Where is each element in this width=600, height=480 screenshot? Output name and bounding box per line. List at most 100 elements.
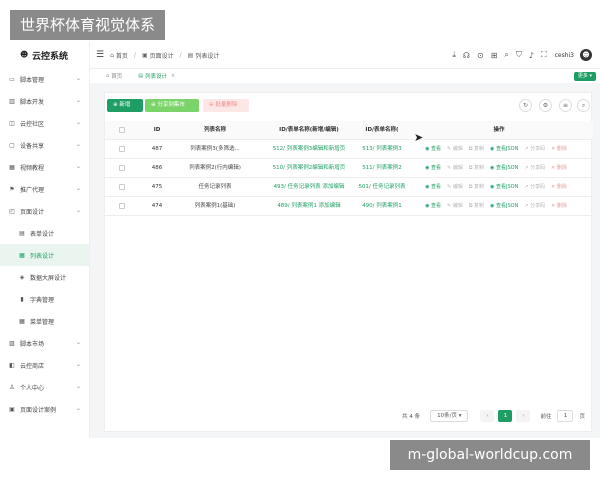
list-table: ID 列表名称 ID/表单名称(新增/编辑) ID/表单名称( 操作 487 列表… [105,121,593,216]
sidebar-item[interactable]: ♙ 个人中心 ⌄ [0,376,89,398]
download-icon[interactable]: ⤓ [452,50,456,60]
sidebar-item[interactable]: ◧ 云控商店 ⌄ [0,354,89,376]
op-2[interactable]: ⧉ 复制 [469,178,484,197]
columns-icon[interactable]: ≡ [559,99,572,112]
sidebar-item[interactable]: ◰ 页面设计 ⌄ [0,200,89,222]
sidebar-item[interactable]: ◈ 数据大屏设计 [0,266,89,288]
sidebar-item[interactable]: ▮ 字典管理 [0,288,89,310]
row-operations: ◉ 查看 ✎ 编辑 ⧉ 复制 ◉ 查看JSON ↗ 分享码 ✕ 删除 [405,159,593,178]
hamburger-icon[interactable]: ☰ [96,50,104,60]
shirt-icon[interactable]: ⛉ [516,50,522,60]
breadcrumb-home[interactable]: ⌂ 首页 [110,51,128,60]
row-name: 任务记录列表 [198,184,232,190]
app-logo[interactable]: ☻ 云控系统 [0,42,89,68]
op-3[interactable]: ◉ 查看JSON [490,159,518,178]
header-list-form: ID/表单名称( [365,127,399,133]
page-size-select[interactable]: 10条/页 ▾ [430,410,469,422]
table-body: 487 列表案例3(多筛选... 512/ 列表案例3编辑和新增页 513/ 列表案例… [105,140,593,216]
tab-list-design[interactable]: ▤ 列表设计 × [130,70,183,82]
grid-icon[interactable]: ⊞ [491,51,498,60]
row-checkbox[interactable] [119,140,129,159]
sidebar-item[interactable]: ▦ 列表设计 [0,244,89,266]
op-2[interactable]: ⧉ 复制 [469,197,484,216]
sidebar-item[interactable]: ▤ 表单设计 [0,222,89,244]
row-form-link[interactable]: 510/ 列表案例2编辑和新增页 [257,159,361,178]
row-list-link[interactable]: 501/ 任务记录列表 [357,178,407,197]
close-icon[interactable]: × [171,73,175,79]
row-checkbox[interactable] [119,159,129,178]
prev-page-button[interactable]: ‹ [480,410,495,422]
op-2[interactable]: ⧉ 复制 [469,140,484,159]
breadcrumb-page-design[interactable]: ▣ 页面设计 [142,51,174,60]
sidebar-item[interactable]: ▭ 脚本管理 ⌄ [0,68,89,90]
op-1[interactable]: ✎ 编辑 [447,197,463,216]
username[interactable]: ceshi3 [555,52,574,59]
table-row: 487 列表案例3(多筛选... 512/ 列表案例3编辑和新增页 513/ 列表案例… [105,140,593,159]
add-button[interactable]: ⊕ 新增 [107,99,143,112]
op-3[interactable]: ◉ 查看JSON [490,178,518,197]
select-all-checkbox[interactable] [119,121,129,140]
share-market-button[interactable]: ⊕ 分享到集市 [145,99,199,112]
row-form-link[interactable]: 512/ 列表案例3编辑和新增页 [257,140,361,159]
op-0[interactable]: ◉ 查看 [425,140,441,159]
row-form-link[interactable]: 489/ 列表案例1 添加编辑 [257,197,361,216]
op-2[interactable]: ⧉ 复制 [469,159,484,178]
sidebar-item[interactable]: ▦ 视频教程 ⌄ [0,156,89,178]
op-4[interactable]: ↗ 分享码 [524,159,545,178]
row-id: 487 [151,146,163,152]
sidebar-item[interactable]: ▢ 设备共享 ⌄ [0,134,89,156]
pagination: 共 4 条 10条/页 ▾ ‹ 1 › 前往 1 页 [402,409,585,423]
app-name: 云控系统 [32,51,69,62]
row-checkbox[interactable] [119,197,129,216]
refresh-icon[interactable]: ↻ [519,99,532,112]
sidebar-item[interactable]: ▦ 菜单管理 [0,310,89,332]
sidebar-item[interactable]: ◫ 云控社区 ⌄ [0,112,89,134]
page-number[interactable]: 1 [498,410,513,422]
row-form-link[interactable]: 493/ 任务记录列表 添加编辑 [257,178,361,197]
search-icon[interactable]: ⌕ [577,99,590,112]
next-page-button[interactable]: › [516,410,531,422]
store-icon: ◧ [9,361,15,369]
bell-icon[interactable]: ♪ [529,51,534,60]
op-4[interactable]: ↗ 分享码 [524,140,545,159]
headset-icon[interactable]: ☊ [463,51,470,60]
chevron-down-icon: ⌄ [75,163,81,170]
op-4[interactable]: ↗ 分享码 [524,178,545,197]
tab-home[interactable]: ⌂ 首页 [98,70,130,82]
op-0[interactable]: ◉ 查看 [425,178,441,197]
op-5[interactable]: ✕ 删除 [551,178,567,197]
op-0[interactable]: ◉ 查看 [425,197,441,216]
header-form: ID/表单名称(新增/编辑) [279,127,339,133]
sidebar-item[interactable]: ⚑ 推广代理 ⌄ [0,178,89,200]
op-5[interactable]: ✕ 删除 [551,197,567,216]
op-5[interactable]: ✕ 删除 [551,159,567,178]
op-0[interactable]: ◉ 查看 [425,159,441,178]
sidebar-item[interactable]: ▥ 脚本开发 ⌄ [0,90,89,112]
op-5[interactable]: ✕ 删除 [551,140,567,159]
goto-input[interactable]: 1 [557,410,574,422]
op-3[interactable]: ◉ 查看JSON [490,197,518,216]
play-icon[interactable]: ⊙ [477,51,484,60]
row-list-link[interactable]: 511/ 列表案例2 [357,159,407,178]
more-button[interactable]: 更多 ▾ [573,72,596,81]
row-list-link[interactable]: 490/ 列表案例1 [357,197,407,216]
batch-delete-button[interactable]: ⊖ 批量删除 [203,99,249,112]
op-1[interactable]: ✎ 编辑 [447,140,463,159]
row-list-link[interactable]: 513/ 列表案例3 [357,140,407,159]
avatar[interactable]: ☻ [580,49,592,61]
op-1[interactable]: ✎ 编辑 [447,178,463,197]
op-3[interactable]: ◉ 查看JSON [490,140,518,159]
market-icon: ▨ [9,339,15,347]
chevron-down-icon: ⌄ [75,185,81,192]
list-icon: ▦ [19,251,25,259]
table-row: 486 列表案例2(行内编辑) 510/ 列表案例2编辑和新增页 511/ 列表案例2… [105,159,593,178]
op-1[interactable]: ✎ 编辑 [447,159,463,178]
settings-icon[interactable]: ⚙ [539,99,552,112]
search-icon[interactable]: ⌕ [504,50,508,60]
row-checkbox[interactable] [119,178,129,197]
sidebar-item[interactable]: ▨ 脚本市场 ⌄ [0,332,89,354]
sidebar-item[interactable]: ▣ 页面设计案例 ⌄ [0,398,89,420]
fullscreen-icon[interactable]: ⛶ [541,50,547,60]
op-4[interactable]: ↗ 分享码 [524,197,545,216]
sidebar-item-label: 推广代理 [20,186,45,194]
